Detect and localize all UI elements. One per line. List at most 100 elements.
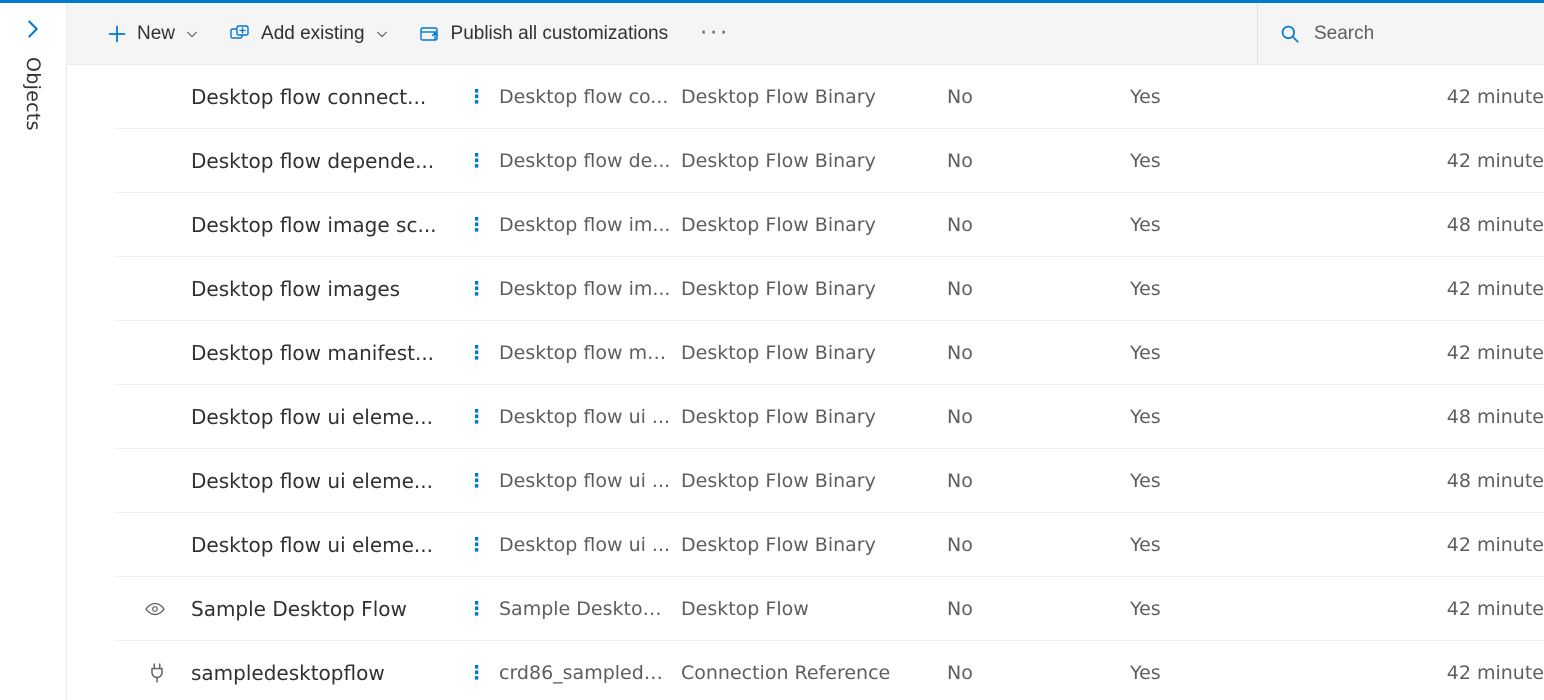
row-name: Desktop flow ui ... — [499, 406, 681, 428]
row-display-name[interactable]: sampledesktopflow — [191, 661, 453, 685]
table-row[interactable]: Sample Desktop Flow ⋮ Sample Desktop ...De… — [115, 577, 1544, 641]
row-more-button[interactable]: ⋮ — [453, 598, 499, 620]
row-managed: No — [947, 214, 1130, 236]
row-more-button[interactable]: ⋮ — [453, 470, 499, 492]
row-more-button[interactable]: ⋮ — [453, 278, 499, 300]
vertical-ellipsis-icon: ⋮ — [467, 150, 485, 172]
row-managed: No — [947, 534, 1130, 556]
new-button[interactable]: New — [97, 15, 209, 53]
row-managed: No — [947, 86, 1130, 108]
table-row[interactable]: sampledesktopflow ⋮ crd86_sampledes...Conn… — [115, 641, 1544, 700]
row-name: Desktop flow de... — [499, 150, 681, 172]
row-customizable: Yes — [1130, 598, 1305, 620]
publish-label: Publish all customizations — [451, 23, 669, 45]
row-type: Connection Reference — [681, 662, 947, 684]
row-modified: 42 minute — [1305, 598, 1544, 620]
row-more-button[interactable]: ⋮ — [453, 534, 499, 556]
row-modified: 42 minute — [1305, 278, 1544, 300]
row-managed: No — [947, 598, 1130, 620]
row-managed: No — [947, 406, 1130, 428]
row-name: Desktop flow co... — [499, 86, 681, 108]
row-type: Desktop Flow Binary — [681, 150, 947, 172]
plus-icon — [107, 24, 127, 44]
row-more-button[interactable]: ⋮ — [453, 342, 499, 364]
vertical-ellipsis-icon: ⋮ — [467, 598, 485, 620]
row-display-name[interactable]: Sample Desktop Flow — [191, 597, 453, 621]
row-managed: No — [947, 150, 1130, 172]
table-row[interactable]: Desktop flow ui eleme...⋮Desktop flow ui… — [115, 513, 1544, 577]
row-more-button[interactable]: ⋮ — [453, 406, 499, 428]
row-type: Desktop Flow Binary — [681, 470, 947, 492]
row-modified: 42 minute — [1305, 86, 1544, 108]
row-modified: 42 minute — [1305, 150, 1544, 172]
row-display-name[interactable]: Desktop flow ui eleme... — [191, 469, 453, 493]
publish-button[interactable]: Publish all customizations — [409, 15, 679, 53]
table-row[interactable]: Desktop flow images⋮Desktop flow im...De… — [115, 257, 1544, 321]
row-customizable: Yes — [1130, 86, 1305, 108]
vertical-ellipsis-icon: ⋮ — [467, 214, 485, 236]
row-name: crd86_sampledes... — [499, 662, 681, 684]
table-row[interactable]: Desktop flow ui eleme... ⋮ Desktop flow ui… — [115, 449, 1544, 513]
sidebar-tab-objects[interactable]: Objects — [22, 57, 44, 131]
vertical-ellipsis-icon: ⋮ — [467, 534, 485, 556]
expand-sidebar-button[interactable] — [17, 13, 49, 57]
row-display-name[interactable]: Desktop flow connect... — [191, 85, 453, 109]
table-row[interactable]: Desktop flow depende... ⋮ Desktop flow de.… — [115, 129, 1544, 193]
more-commands-button[interactable]: ··· — [688, 21, 742, 47]
row-type: Desktop Flow Binary — [681, 534, 947, 556]
row-customizable: Yes — [1130, 662, 1305, 684]
row-name: Sample Desktop ... — [499, 598, 681, 620]
table-body: Desktop flow connect... ⋮ Desktop flow co.… — [67, 65, 1544, 700]
new-button-label: New — [137, 23, 175, 45]
vertical-ellipsis-icon: ⋮ — [467, 406, 485, 428]
row-more-button[interactable]: ⋮ — [453, 86, 499, 108]
publish-icon — [419, 24, 441, 44]
row-type-icon — [115, 663, 191, 683]
chevron-down-icon — [185, 27, 199, 41]
row-managed: No — [947, 662, 1130, 684]
row-name: Desktop flow ma... — [499, 342, 681, 364]
vertical-ellipsis-icon: ⋮ — [467, 342, 485, 364]
row-more-button[interactable]: ⋮ — [453, 150, 499, 172]
row-customizable: Yes — [1130, 214, 1305, 236]
row-type: Desktop Flow Binary — [681, 406, 947, 428]
row-customizable: Yes — [1130, 342, 1305, 364]
row-type: Desktop Flow Binary — [681, 278, 947, 300]
row-modified: 48 minute — [1305, 406, 1544, 428]
vertical-ellipsis-icon: ⋮ — [467, 470, 485, 492]
row-display-name[interactable]: Desktop flow depende... — [191, 149, 453, 173]
row-display-name[interactable]: Desktop flow image sc... — [191, 213, 453, 237]
row-name: Desktop flow ui ... — [499, 470, 681, 492]
row-managed: No — [947, 278, 1130, 300]
row-more-button[interactable]: ⋮ — [453, 662, 499, 684]
chevron-right-icon — [23, 19, 43, 39]
row-modified: 48 minute — [1305, 214, 1544, 236]
row-type: Desktop Flow Binary — [681, 86, 947, 108]
row-display-name[interactable]: Desktop flow ui eleme... — [191, 533, 453, 557]
row-managed: No — [947, 342, 1130, 364]
row-type: Desktop Flow Binary — [681, 214, 947, 236]
add-existing-button[interactable]: Add existing — [219, 15, 399, 53]
table-row[interactable]: Desktop flow image sc...⋮Desktop flow im… — [115, 193, 1544, 257]
row-name: Desktop flow im... — [499, 278, 681, 300]
row-modified: 42 minute — [1305, 342, 1544, 364]
row-display-name[interactable]: Desktop flow manifest... — [191, 341, 453, 365]
row-display-name[interactable]: Desktop flow images — [191, 277, 453, 301]
vertical-ellipsis-icon: ⋮ — [467, 662, 485, 684]
add-existing-icon — [229, 24, 251, 44]
row-modified: 42 minute — [1305, 662, 1544, 684]
row-type: Desktop Flow — [681, 598, 947, 620]
vertical-ellipsis-icon: ⋮ — [467, 86, 485, 108]
search-input[interactable] — [1314, 23, 1494, 45]
row-managed: No — [947, 470, 1130, 492]
table-row[interactable]: Desktop flow connect... ⋮ Desktop flow co.… — [115, 65, 1544, 129]
row-modified: 48 minute — [1305, 470, 1544, 492]
toolbar: New Add existing — [67, 3, 1544, 65]
search-icon — [1280, 24, 1300, 44]
row-more-button[interactable]: ⋮ — [453, 214, 499, 236]
add-existing-label: Add existing — [261, 23, 365, 45]
table-row[interactable]: Desktop flow ui eleme... ⋮ Desktop flow ui… — [115, 385, 1544, 449]
table-row[interactable]: Desktop flow manifest... ⋮ Desktop flow ma… — [115, 321, 1544, 385]
row-display-name[interactable]: Desktop flow ui eleme... — [191, 405, 453, 429]
ellipsis-icon: ··· — [700, 21, 730, 46]
